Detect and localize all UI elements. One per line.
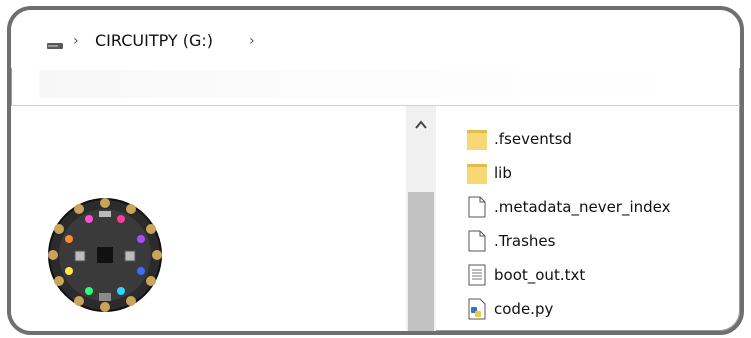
file-name: lib — [494, 164, 512, 182]
folder-icon — [466, 127, 488, 151]
breadcrumb-separator[interactable]: › — [249, 33, 255, 49]
breadcrumb-separator[interactable]: › — [73, 33, 79, 49]
file-name: code.py — [494, 300, 554, 318]
file-name: boot_out.txt — [494, 266, 586, 284]
scrollbar-thumb[interactable] — [408, 192, 434, 331]
circuit-playground-board-image — [48, 198, 162, 312]
list-item[interactable]: code.py — [466, 292, 671, 326]
file-name: .fseventsd — [494, 130, 572, 148]
python-file-icon — [466, 297, 488, 321]
drive-icon — [47, 43, 63, 49]
list-item[interactable]: .fseventsd — [466, 122, 671, 156]
breadcrumb-location[interactable]: CIRCUITPY (G:) — [95, 31, 213, 50]
address-bar[interactable]: › CIRCUITPY (G:) › — [11, 10, 740, 68]
list-item[interactable]: boot_out.txt — [466, 258, 671, 292]
toolbar-area — [39, 70, 699, 98]
file-icon — [466, 195, 488, 219]
list-item[interactable]: lib — [466, 156, 671, 190]
file-icon — [466, 229, 488, 253]
file-name: .metadata_never_index — [494, 198, 671, 216]
window-frame: › CIRCUITPY (G:) › .fseventsd lib .metad… — [7, 6, 744, 335]
list-item[interactable]: .metadata_never_index — [466, 190, 671, 224]
scroll-up-arrow-icon[interactable] — [415, 120, 427, 130]
folder-icon — [466, 161, 488, 185]
file-name: .Trashes — [494, 232, 556, 250]
list-item[interactable]: .Trashes — [466, 224, 671, 258]
file-list: .fseventsd lib .metadata_never_index .Tr… — [466, 122, 671, 326]
text-file-icon — [466, 263, 488, 287]
